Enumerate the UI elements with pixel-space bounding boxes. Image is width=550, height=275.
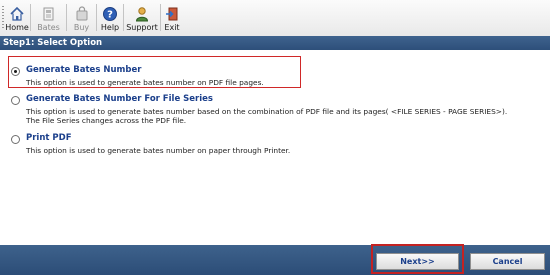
exit-label: Exit [164,23,180,32]
exit-icon [166,7,178,21]
next-button-highlight [371,244,464,274]
radio-print-pdf[interactable] [11,135,20,144]
help-icon: ? [103,7,117,21]
home-icon [10,6,24,21]
toolbar-separator [66,4,67,31]
support-button[interactable]: Support [126,1,158,34]
buy-button[interactable]: Buy [69,1,94,34]
toolbar-grip [2,6,4,30]
bates-icon [43,7,53,21]
home-button[interactable]: Home [5,1,29,34]
exit-button[interactable]: Exit [163,1,181,34]
footer-bar: Next>> Cancel [0,245,550,275]
option-description: This option is used to generate bates nu… [26,107,508,116]
svg-text:?: ? [107,10,113,21]
step-header: Step1: Select Option [0,36,550,50]
bates-button[interactable]: Bates [33,1,64,34]
radio-bates-file-series[interactable] [11,96,20,105]
help-button[interactable]: ? Help [99,1,121,34]
option-description: The File Series changes across the PDF f… [26,116,187,125]
home-label: Home [5,23,29,32]
toolbar-separator [30,4,31,31]
help-label: Help [100,23,120,32]
option-title: Print PDF [26,133,72,143]
cancel-button[interactable]: Cancel [470,253,545,270]
option-description: This option is used to generate bates nu… [26,146,291,155]
toolbar-separator [123,4,124,31]
support-icon [135,7,149,22]
buy-icon [76,6,87,21]
toolbar-separator [160,4,161,31]
toolbar-separator [96,4,97,31]
bates-label: Bates [37,23,60,32]
buy-label: Buy [73,23,90,32]
toolbar: Home Bates Buy ? Help Support Exit [0,0,550,37]
selection-highlight [8,56,301,88]
option-title: Generate Bates Number For File Series [26,94,213,104]
support-label: Support [126,23,158,32]
